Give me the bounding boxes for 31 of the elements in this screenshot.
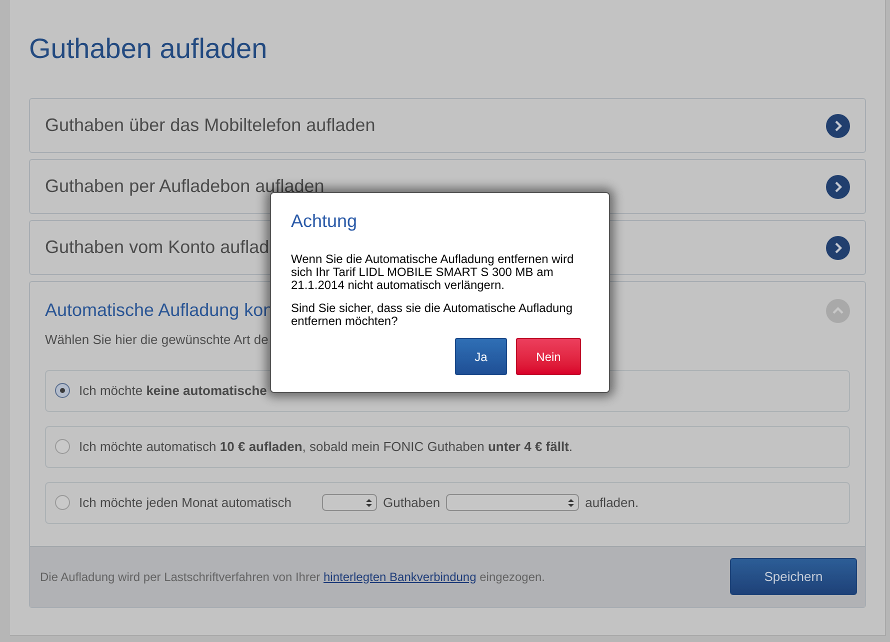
cancel-button[interactable]: Nein xyxy=(516,338,581,375)
updown-arrow-icon xyxy=(568,498,574,508)
section-title: Guthaben per Aufladebon aufladen xyxy=(45,175,324,198)
save-button[interactable]: Speichern xyxy=(730,558,857,595)
dialog-message: Sind Sie sicher, dass sie die Automatische Aufladung entfernen möchten? xyxy=(291,302,574,328)
chevron-up-icon[interactable] xyxy=(826,298,850,322)
option-card[interactable]: Ich möchte jeden Monat automatisch Guthaben aufladen. xyxy=(45,482,850,524)
page-title: Guthaben aufladen xyxy=(29,32,268,66)
chevron-right-icon[interactable] xyxy=(826,114,850,138)
section-description: Wählen Sie hier die gewünschte Art de xyxy=(44,331,270,349)
option-label: Guthaben xyxy=(383,494,440,512)
option-label: Ich möchte automatisch 10 € aufladen, sobald mein FONIC Guthaben unter 4 € fällt. xyxy=(79,438,573,456)
option-card[interactable]: Ich möchte automatisch 10 € aufladen, sobald mein FONIC Guthaben unter 4 € fällt. xyxy=(45,426,850,468)
dropdown-select[interactable] xyxy=(322,494,377,511)
option-label: Ich möchte jeden Monat automatisch xyxy=(79,494,292,512)
confirm-button[interactable]: Ja xyxy=(455,338,507,375)
section-title: Guthaben vom Konto auflad xyxy=(45,236,270,259)
bank-link[interactable]: hinterlegten Bankverbindung xyxy=(324,570,476,584)
option-label: aufladen. xyxy=(585,494,639,512)
radio-button[interactable] xyxy=(55,439,70,454)
accordion-header[interactable]: Guthaben über das Mobiltelefon aufladen xyxy=(29,98,866,153)
radio-button[interactable] xyxy=(55,495,70,510)
section-title: Guthaben über das Mobiltelefon aufladen xyxy=(45,114,376,137)
dropdown-select[interactable] xyxy=(446,494,580,511)
chevron-right-icon[interactable] xyxy=(826,236,850,260)
updown-arrow-icon xyxy=(366,498,372,508)
option-label: Ich möchte keine automatische xyxy=(79,382,267,400)
radio-button[interactable] xyxy=(55,383,70,398)
chevron-right-icon[interactable] xyxy=(826,174,850,198)
footer-text: Die Aufladung wird per Lastschriftverfahren von Ihrer hinterlegten Bankverbindung eingezogen. xyxy=(40,568,546,586)
dialog-message: Wenn Sie die Automatische Aufladung entfernen wird sich Ihr Tarif LIDL MOBILE SMART S 300 MB am 21.1.2014 nicht automatisch verlängern. xyxy=(291,253,575,292)
